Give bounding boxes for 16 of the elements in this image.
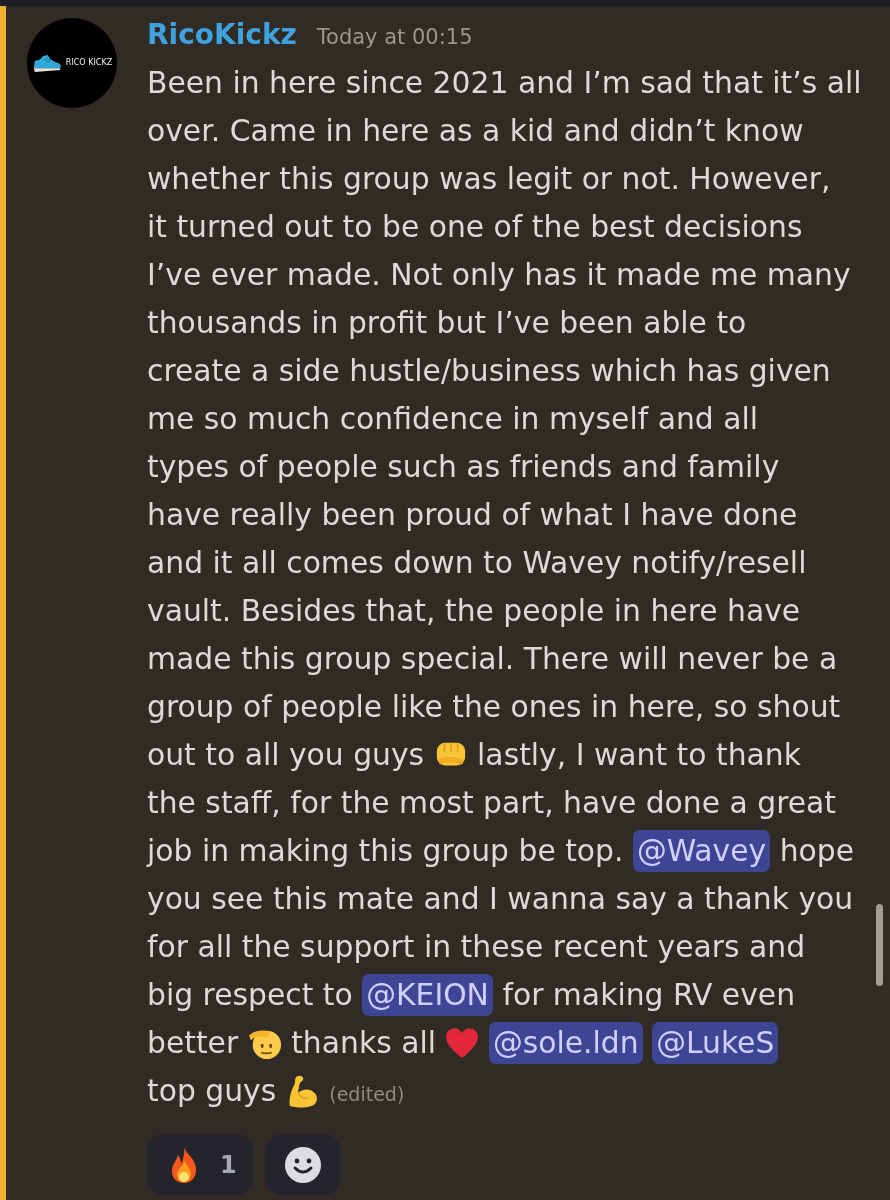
mention-link[interactable]: @Wavey: [633, 830, 771, 872]
scrollbar[interactable]: [876, 904, 883, 986]
mention-link[interactable]: @KEION: [362, 974, 493, 1016]
edited-label: (edited): [329, 1083, 405, 1105]
mention-link[interactable]: @LukeS: [652, 1022, 779, 1064]
reaction-button[interactable]: 1: [147, 1134, 253, 1195]
mention-link[interactable]: @sole.ldn: [488, 1022, 643, 1064]
smiley-icon: [283, 1145, 322, 1184]
message-text: Been in here since 2021 and I’m sad that it’s all over. Came in here as a kid and didn’t know whether this group was legit or not. However, it turned out to be one of the best decisions I’ve ever made. Not only has it made me many thousands in profit but I’ve been able to create a side hustle/business which has given me so much confidence in myself and all types of people such as friends and family have really been proud of what I have done and it all comes down to Wavey notify/resell vault. Besides that, the people in here have made this group special. There will never be a group of people like the ones in here, so shout out to all you guys lastly, I want to thank the staff, for the most part, have done a great job in making this group be top. @Wavey hope you see this mate and I wanna say a thank you for all the support in these recent years and big respect to @KEION for making RV even better thanks all @sole.ldn @LukeS top guys (edited): [147, 64, 863, 1110]
add-reaction-button[interactable]: [265, 1134, 340, 1195]
sneaker-icon: [31, 53, 62, 73]
author-name[interactable]: RicoKickz: [147, 18, 297, 52]
timestamp: Today at 00:15: [316, 24, 473, 51]
heart-icon: [445, 1026, 480, 1060]
avatar-logo[interactable]: RICO KICKZ: [27, 18, 117, 108]
logo-text: RICO KICKZ: [65, 58, 113, 68]
